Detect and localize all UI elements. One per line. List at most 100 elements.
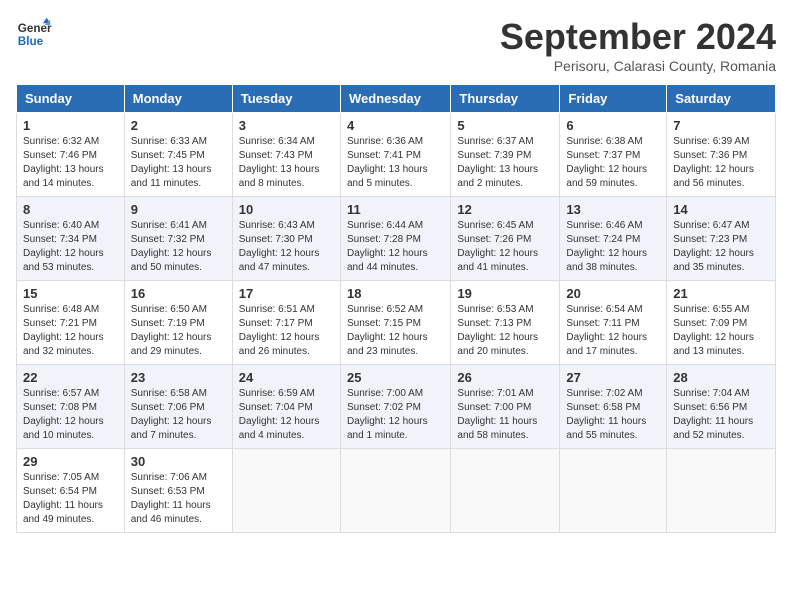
- svg-text:Blue: Blue: [18, 35, 44, 48]
- page-header: General Blue September 2024 Perisoru, Ca…: [16, 16, 776, 74]
- calendar-header-row: SundayMondayTuesdayWednesdayThursdayFrid…: [17, 85, 776, 113]
- calendar-week-row: 15 Sunrise: 6:48 AM Sunset: 7:21 PM Dayli…: [17, 281, 776, 365]
- day-info: Sunrise: 7:00 AM Sunset: 7:02 PM Dayligh…: [347, 387, 444, 443]
- day-number: 18: [347, 286, 444, 301]
- calendar-day-cell: 6 Sunrise: 6:38 AM Sunset: 7:37 PM Daylig…: [560, 113, 667, 197]
- calendar-table: SundayMondayTuesdayWednesdayThursdayFrid…: [16, 84, 776, 533]
- logo: General Blue: [16, 16, 52, 52]
- calendar-day-cell: 13 Sunrise: 6:46 AM Sunset: 7:24 PM Dayli…: [560, 197, 667, 281]
- day-info: Sunrise: 6:46 AM Sunset: 7:24 PM Dayligh…: [566, 219, 660, 275]
- day-info: Sunrise: 6:38 AM Sunset: 7:37 PM Dayligh…: [566, 135, 660, 191]
- day-info: Sunrise: 6:45 AM Sunset: 7:26 PM Dayligh…: [457, 219, 553, 275]
- day-number: 17: [239, 286, 334, 301]
- day-info: Sunrise: 6:52 AM Sunset: 7:15 PM Dayligh…: [347, 303, 444, 359]
- day-number: 26: [457, 370, 553, 385]
- calendar-day-cell: 22Sunrise: 6:57 AM Sunset: 7:08 PM Dayli…: [17, 365, 125, 449]
- calendar-week-row: 1Sunrise: 6:32 AM Sunset: 7:46 PM Daylig…: [17, 113, 776, 197]
- calendar-day-cell: 28 Sunrise: 7:04 AM Sunset: 6:56 PM Dayli…: [667, 365, 776, 449]
- day-info: Sunrise: 6:48 AM Sunset: 7:21 PM Dayligh…: [23, 303, 118, 359]
- day-number: 21: [673, 286, 769, 301]
- calendar-day-cell: 20 Sunrise: 6:54 AM Sunset: 7:11 PM Dayli…: [560, 281, 667, 365]
- calendar-day-cell: 21Sunrise: 6:55 AM Sunset: 7:09 PM Dayli…: [667, 281, 776, 365]
- calendar-day-cell: 18 Sunrise: 6:52 AM Sunset: 7:15 PM Dayli…: [340, 281, 450, 365]
- day-info: Sunrise: 6:34 AM Sunset: 7:43 PM Dayligh…: [239, 135, 334, 191]
- calendar-day-cell: 4 Sunrise: 6:36 AM Sunset: 7:41 PM Daylig…: [340, 113, 450, 197]
- calendar-day-cell: 1Sunrise: 6:32 AM Sunset: 7:46 PM Daylig…: [17, 113, 125, 197]
- calendar-day-cell: 12Sunrise: 6:45 AM Sunset: 7:26 PM Dayli…: [451, 197, 560, 281]
- day-info: Sunrise: 7:05 AM Sunset: 6:54 PM Dayligh…: [23, 471, 118, 527]
- calendar-day-cell: [232, 449, 340, 533]
- day-number: 5: [457, 118, 553, 133]
- day-info: Sunrise: 6:40 AM Sunset: 7:34 PM Dayligh…: [23, 219, 118, 275]
- calendar-day-cell: 7 Sunrise: 6:39 AM Sunset: 7:36 PM Daylig…: [667, 113, 776, 197]
- day-number: 7: [673, 118, 769, 133]
- day-number: 15: [23, 286, 118, 301]
- day-info: Sunrise: 6:47 AM Sunset: 7:23 PM Dayligh…: [673, 219, 769, 275]
- calendar-day-cell: [451, 449, 560, 533]
- calendar-day-cell: 30 Sunrise: 7:06 AM Sunset: 6:53 PM Dayli…: [124, 449, 232, 533]
- day-number: 22: [23, 370, 118, 385]
- day-number: 11: [347, 202, 444, 217]
- day-info: Sunrise: 6:36 AM Sunset: 7:41 PM Dayligh…: [347, 135, 444, 191]
- calendar-week-row: 22Sunrise: 6:57 AM Sunset: 7:08 PM Dayli…: [17, 365, 776, 449]
- calendar-day-cell: 5 Sunrise: 6:37 AM Sunset: 7:39 PM Daylig…: [451, 113, 560, 197]
- weekday-header-friday: Friday: [560, 85, 667, 113]
- day-number: 30: [131, 454, 226, 469]
- day-number: 28: [673, 370, 769, 385]
- calendar-day-cell: 23 Sunrise: 6:58 AM Sunset: 7:06 PM Dayli…: [124, 365, 232, 449]
- day-number: 6: [566, 118, 660, 133]
- calendar-day-cell: 27 Sunrise: 7:02 AM Sunset: 6:58 PM Dayli…: [560, 365, 667, 449]
- calendar-day-cell: 25 Sunrise: 7:00 AM Sunset: 7:02 PM Dayli…: [340, 365, 450, 449]
- calendar-day-cell: [667, 449, 776, 533]
- day-number: 14: [673, 202, 769, 217]
- location: Perisoru, Calarasi County, Romania: [500, 58, 776, 74]
- day-info: Sunrise: 7:02 AM Sunset: 6:58 PM Dayligh…: [566, 387, 660, 443]
- calendar-day-cell: [560, 449, 667, 533]
- day-info: Sunrise: 6:43 AM Sunset: 7:30 PM Dayligh…: [239, 219, 334, 275]
- day-number: 19: [457, 286, 553, 301]
- logo-icon: General Blue: [16, 16, 52, 52]
- day-number: 20: [566, 286, 660, 301]
- calendar-day-cell: 29 Sunrise: 7:05 AM Sunset: 6:54 PM Dayli…: [17, 449, 125, 533]
- day-info: Sunrise: 6:50 AM Sunset: 7:19 PM Dayligh…: [131, 303, 226, 359]
- calendar-day-cell: 24 Sunrise: 6:59 AM Sunset: 7:04 PM Dayli…: [232, 365, 340, 449]
- day-number: 13: [566, 202, 660, 217]
- day-info: Sunrise: 6:59 AM Sunset: 7:04 PM Dayligh…: [239, 387, 334, 443]
- day-info: Sunrise: 6:41 AM Sunset: 7:32 PM Dayligh…: [131, 219, 226, 275]
- day-info: Sunrise: 6:54 AM Sunset: 7:11 PM Dayligh…: [566, 303, 660, 359]
- calendar-day-cell: 10Sunrise: 6:43 AM Sunset: 7:30 PM Dayli…: [232, 197, 340, 281]
- calendar-day-cell: 14 Sunrise: 6:47 AM Sunset: 7:23 PM Dayli…: [667, 197, 776, 281]
- calendar-day-cell: 19 Sunrise: 6:53 AM Sunset: 7:13 PM Dayli…: [451, 281, 560, 365]
- day-number: 27: [566, 370, 660, 385]
- day-number: 29: [23, 454, 118, 469]
- day-info: Sunrise: 6:39 AM Sunset: 7:36 PM Dayligh…: [673, 135, 769, 191]
- day-info: Sunrise: 6:37 AM Sunset: 7:39 PM Dayligh…: [457, 135, 553, 191]
- day-info: Sunrise: 6:51 AM Sunset: 7:17 PM Dayligh…: [239, 303, 334, 359]
- weekday-header-tuesday: Tuesday: [232, 85, 340, 113]
- day-number: 23: [131, 370, 226, 385]
- day-info: Sunrise: 6:53 AM Sunset: 7:13 PM Dayligh…: [457, 303, 553, 359]
- weekday-header-saturday: Saturday: [667, 85, 776, 113]
- day-number: 25: [347, 370, 444, 385]
- day-number: 24: [239, 370, 334, 385]
- day-number: 3: [239, 118, 334, 133]
- weekday-header-monday: Monday: [124, 85, 232, 113]
- weekday-header-wednesday: Wednesday: [340, 85, 450, 113]
- weekday-header-thursday: Thursday: [451, 85, 560, 113]
- calendar-day-cell: 15 Sunrise: 6:48 AM Sunset: 7:21 PM Dayli…: [17, 281, 125, 365]
- month-title: September 2024: [500, 16, 776, 58]
- weekday-header-sunday: Sunday: [17, 85, 125, 113]
- calendar-day-cell: 17 Sunrise: 6:51 AM Sunset: 7:17 PM Dayli…: [232, 281, 340, 365]
- day-info: Sunrise: 6:33 AM Sunset: 7:45 PM Dayligh…: [131, 135, 226, 191]
- day-number: 16: [131, 286, 226, 301]
- calendar-day-cell: 9Sunrise: 6:41 AM Sunset: 7:32 PM Daylig…: [124, 197, 232, 281]
- day-number: 8: [23, 202, 118, 217]
- day-info: Sunrise: 7:06 AM Sunset: 6:53 PM Dayligh…: [131, 471, 226, 527]
- day-info: Sunrise: 6:32 AM Sunset: 7:46 PM Dayligh…: [23, 135, 118, 191]
- day-info: Sunrise: 6:58 AM Sunset: 7:06 PM Dayligh…: [131, 387, 226, 443]
- day-info: Sunrise: 7:01 AM Sunset: 7:00 PM Dayligh…: [457, 387, 553, 443]
- calendar-day-cell: 2Sunrise: 6:33 AM Sunset: 7:45 PM Daylig…: [124, 113, 232, 197]
- day-info: Sunrise: 6:44 AM Sunset: 7:28 PM Dayligh…: [347, 219, 444, 275]
- day-info: Sunrise: 7:04 AM Sunset: 6:56 PM Dayligh…: [673, 387, 769, 443]
- day-number: 4: [347, 118, 444, 133]
